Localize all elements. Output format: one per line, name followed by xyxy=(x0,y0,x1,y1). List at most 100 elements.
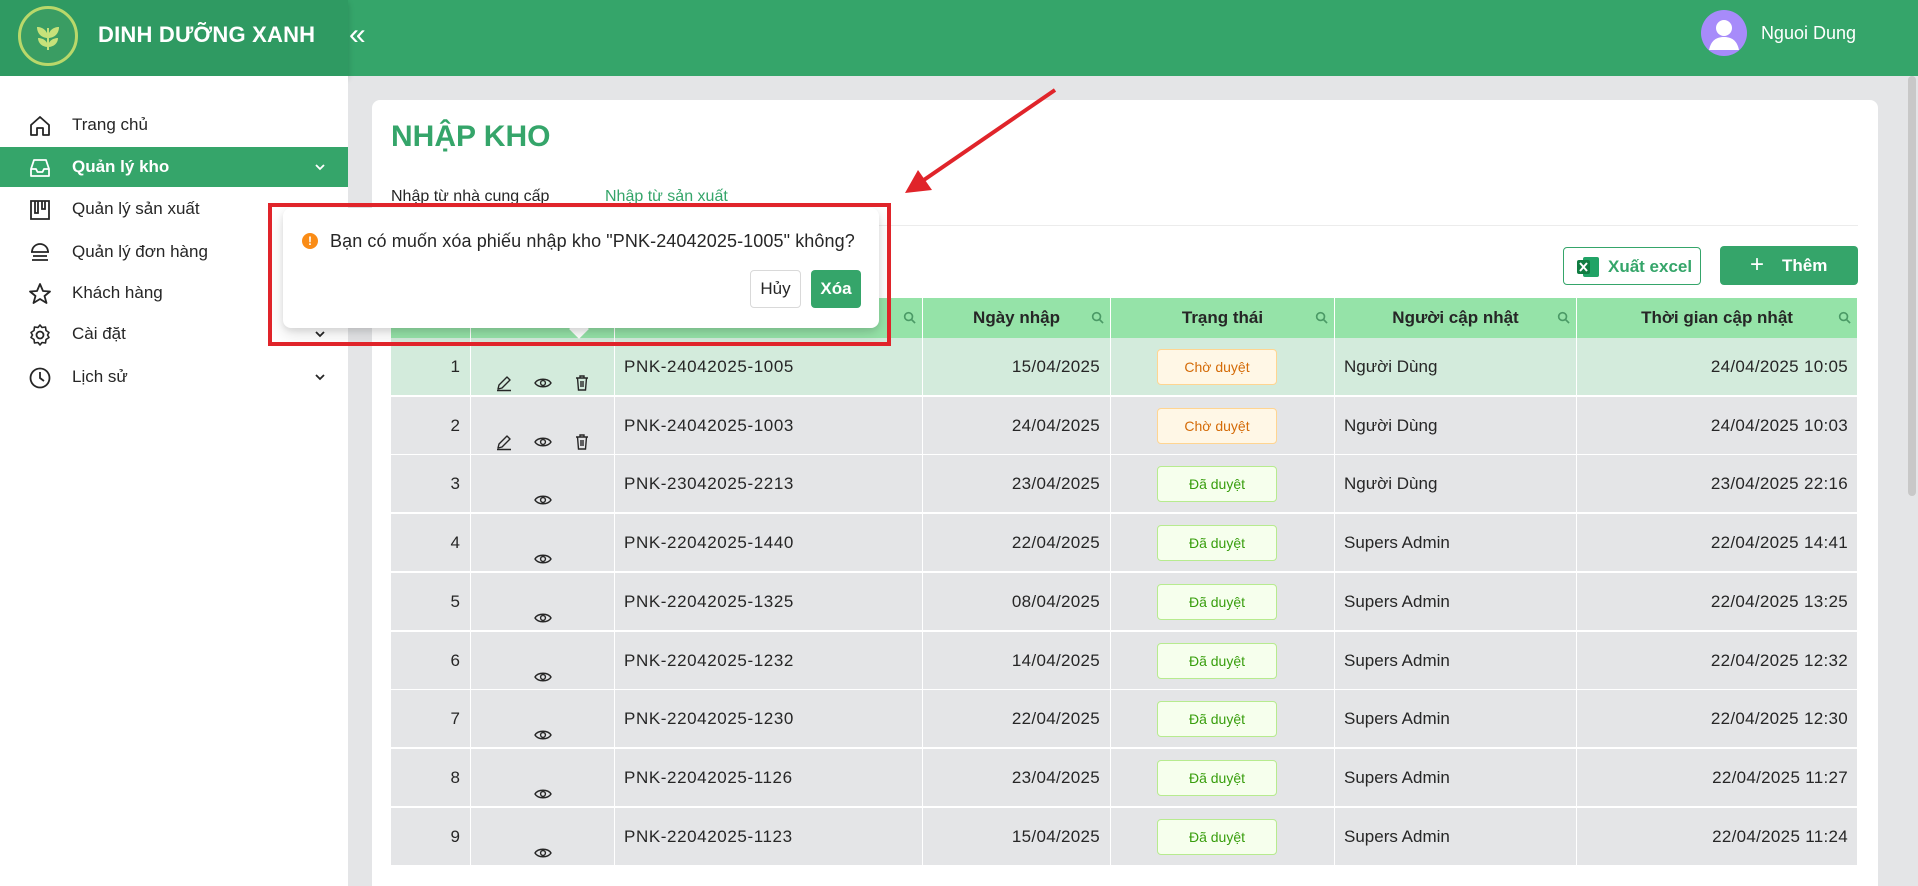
sidebar-item-label: Quản lý sản xuất xyxy=(72,199,200,218)
sidebar-item-home[interactable]: Trang chủ xyxy=(0,105,348,145)
cell-status: Đã duyệt xyxy=(1111,807,1335,866)
view-icon[interactable] xyxy=(534,769,552,799)
sidebar-item-label: Cài đặt xyxy=(72,324,126,343)
cell-actions xyxy=(471,396,615,455)
cell-time: 22/04/2025 12:30 xyxy=(1710,709,1848,729)
cell-date: 23/04/2025 xyxy=(923,455,1111,514)
table-row[interactable]: 8 PNK-22042025-1126 23/04/2025 Đã duyệt Supe… xyxy=(391,748,1857,807)
table-row[interactable]: 9 PNK-22042025-1123 15/04/2025 Đã duyệt Supe… xyxy=(391,807,1857,866)
user-menu[interactable]: Nguoi Dung xyxy=(1700,10,1856,56)
table-row[interactable]: 4 PNK-22042025-1440 22/04/2025 Đã duyệt Supe… xyxy=(391,514,1857,573)
cell-stt: 1 xyxy=(391,338,471,396)
view-icon[interactable] xyxy=(534,417,552,447)
logo xyxy=(18,6,78,66)
cell-date: 08/04/2025 xyxy=(923,572,1111,631)
search-icon[interactable] xyxy=(1838,311,1851,324)
cell-user: Người Dùng xyxy=(1335,455,1577,514)
view-icon[interactable] xyxy=(534,828,552,858)
leaf-logo-icon xyxy=(37,27,59,51)
cell-user: Supers Admin xyxy=(1335,690,1577,749)
order-icon xyxy=(31,243,49,261)
view-icon[interactable] xyxy=(534,358,552,388)
search-icon[interactable] xyxy=(1315,311,1328,324)
add-button[interactable]: + Thêm xyxy=(1720,246,1858,285)
status-badge: Đã duyệt xyxy=(1157,583,1277,620)
cell-actions xyxy=(471,514,615,573)
status-badge: Đã duyệt xyxy=(1157,466,1277,503)
column-header-date[interactable]: Ngày nhập xyxy=(923,298,1111,338)
view-icon[interactable] xyxy=(534,475,552,505)
sidebar-item-label: Quản lý kho xyxy=(72,157,170,176)
sidebar: Trang chủ Quản lý kho Quản lý sản xuất Q… xyxy=(0,76,348,886)
cell-date: 14/04/2025 xyxy=(923,631,1111,690)
chevron-down-icon xyxy=(315,164,325,171)
view-icon[interactable] xyxy=(534,593,552,623)
export-excel-button[interactable]: Xuất excel xyxy=(1563,247,1701,285)
cell-stt: 6 xyxy=(391,631,471,690)
cell-stt: 8 xyxy=(391,748,471,807)
table-row[interactable]: 1 PNK-24042025-1005 15/04/2025 Chờ duyệt Ngư… xyxy=(391,338,1857,396)
search-icon[interactable] xyxy=(903,311,916,324)
brand-name: DINH DƯỠNG XANH xyxy=(98,22,316,47)
sidebar-item-history[interactable]: Lịch sử xyxy=(0,357,348,397)
search-icon[interactable] xyxy=(1091,311,1104,324)
cell-date: 22/04/2025 xyxy=(923,514,1111,573)
factory-icon xyxy=(30,200,50,220)
cell-status: Chờ duyệt xyxy=(1111,396,1335,455)
table-row[interactable]: 6 PNK-22042025-1232 14/04/2025 Đã duyệt Supe… xyxy=(391,631,1857,690)
cell-status: Đã duyệt xyxy=(1111,748,1335,807)
cell-code: PNK-23042025-2213 xyxy=(615,455,923,514)
cell-code: PNK-22042025-1232 xyxy=(615,631,923,690)
cell-user: Supers Admin xyxy=(1335,631,1577,690)
cell-stt: 3 xyxy=(391,455,471,514)
table-row[interactable]: 7 PNK-22042025-1230 22/04/2025 Đã duyệt Supe… xyxy=(391,690,1857,749)
page-scrollbar[interactable] xyxy=(1908,76,1916,496)
cell-actions xyxy=(471,338,615,396)
edit-icon[interactable] xyxy=(495,417,513,450)
table-row[interactable]: 2 PNK-24042025-1003 24/04/2025 Chờ duyệt Ngư… xyxy=(391,396,1857,455)
star-icon xyxy=(29,283,51,304)
table-row[interactable]: 5 PNK-22042025-1325 08/04/2025 Đã duyệt Supe… xyxy=(391,572,1857,631)
sidebar-item-warehouse[interactable]: Quản lý kho xyxy=(0,147,348,187)
delete-icon[interactable] xyxy=(573,417,591,450)
inbox-icon xyxy=(30,159,50,177)
cell-code: PNK-22042025-1123 xyxy=(615,807,923,866)
plus-icon: + xyxy=(1750,251,1765,278)
view-icon[interactable] xyxy=(534,652,552,681)
user-icon xyxy=(1708,20,1739,50)
view-icon[interactable] xyxy=(534,534,552,564)
search-icon[interactable] xyxy=(1557,311,1570,324)
cell-actions xyxy=(471,455,615,514)
cell-stt: 2 xyxy=(391,396,471,455)
sidebar-item-label: Trang chủ xyxy=(72,115,148,134)
cell-code: PNK-22042025-1126 xyxy=(615,748,923,807)
table-row[interactable]: 3 PNK-23042025-2213 23/04/2025 Đã duyệt Ngườ… xyxy=(391,455,1857,514)
cell-date: 15/04/2025 xyxy=(923,807,1111,866)
cell-code: PNK-24042025-1005 xyxy=(615,338,923,396)
column-header-user[interactable]: Người cập nhật xyxy=(1335,298,1577,338)
edit-icon[interactable] xyxy=(495,358,513,392)
cell-status: Đã duyệt xyxy=(1111,690,1335,749)
status-badge: Chờ duyệt xyxy=(1157,349,1277,385)
delete-icon[interactable] xyxy=(573,358,591,391)
cell-time: 22/04/2025 12:32 xyxy=(1710,650,1848,670)
chevron-down-icon xyxy=(315,374,325,381)
gear-icon xyxy=(30,324,50,346)
cell-time: 24/04/2025 10:05 xyxy=(1710,357,1848,376)
page-title: NHẬP KHO xyxy=(391,120,551,153)
cell-actions xyxy=(471,631,615,690)
export-excel-label: Xuất excel xyxy=(1608,257,1693,276)
collapse-sidebar-icon[interactable]: « xyxy=(349,18,366,52)
column-header-time[interactable]: Thời gian cập nhật xyxy=(1577,298,1857,338)
cell-code: PNK-24042025-1003 xyxy=(615,396,923,455)
cell-status: Đã duyệt xyxy=(1111,631,1335,690)
cell-time: 22/04/2025 13:25 xyxy=(1710,591,1848,611)
view-icon[interactable] xyxy=(534,710,552,740)
column-header-status[interactable]: Trạng thái xyxy=(1111,298,1335,338)
cell-code: PNK-22042025-1440 xyxy=(615,514,923,573)
cell-actions xyxy=(471,572,615,631)
cell-time: 24/04/2025 10:03 xyxy=(1710,415,1848,435)
history-icon xyxy=(29,367,51,389)
cell-stt: 9 xyxy=(391,807,471,866)
cell-time: 22/04/2025 11:27 xyxy=(1712,767,1848,787)
